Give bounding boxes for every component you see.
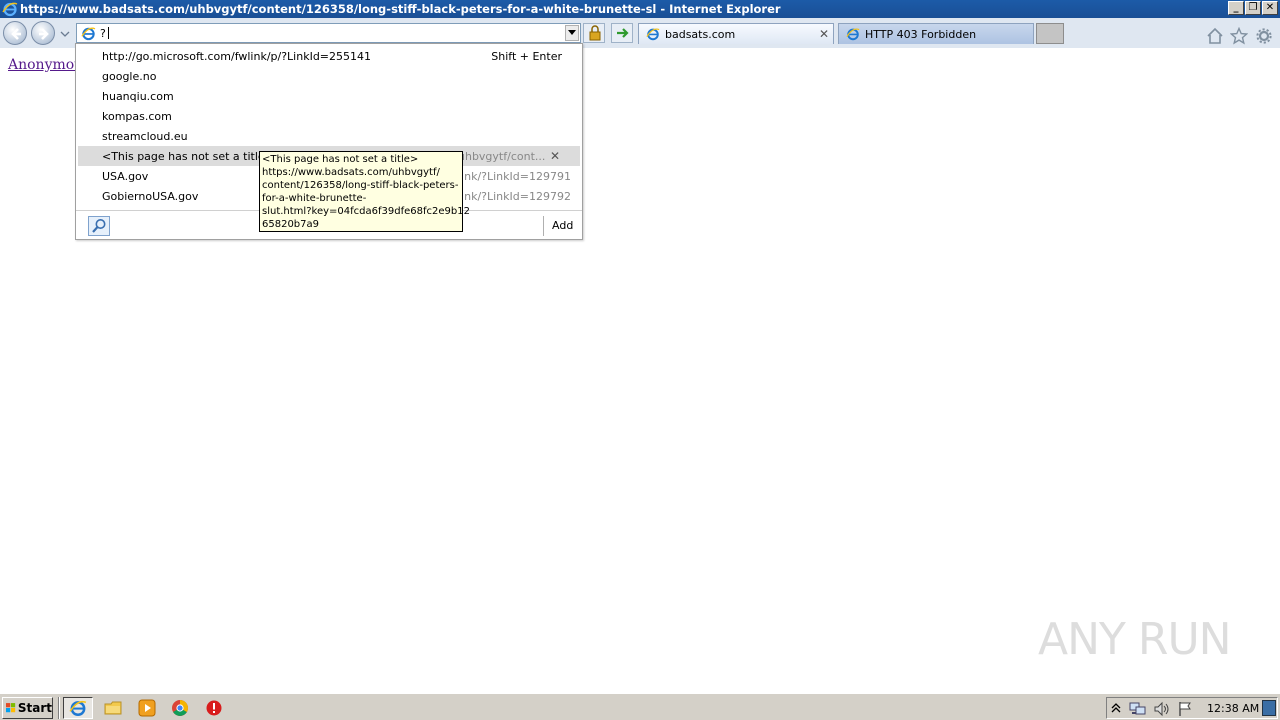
title-bar: https://www.badsats.com/uhbvgytf/content… xyxy=(0,0,1280,18)
autocomplete-item-label: streamcloud.eu xyxy=(102,129,188,143)
window-title: https://www.badsats.com/uhbvgytf/content… xyxy=(20,2,781,16)
restore-button[interactable]: ❐ xyxy=(1245,1,1261,15)
taskbar-ie-button[interactable] xyxy=(63,697,93,719)
action-center-flag-icon[interactable] xyxy=(1177,701,1193,717)
media-player-icon xyxy=(138,699,156,717)
taskbar-stop-button[interactable] xyxy=(199,697,229,719)
volume-icon[interactable] xyxy=(1153,701,1171,717)
start-label: Start xyxy=(17,701,52,715)
new-tab-button[interactable] xyxy=(1036,23,1064,44)
search-icon xyxy=(92,219,106,233)
tooltip-line: for-a-white-brunette- xyxy=(262,193,367,204)
autocomplete-item-label: google.no xyxy=(102,69,157,83)
add-button[interactable]: Add xyxy=(552,219,573,232)
autocomplete-item-label: USA.gov xyxy=(102,169,149,183)
chrome-icon xyxy=(172,700,188,716)
autocomplete-item[interactable]: http://go.microsoft.com/fwlink/p/?LinkId… xyxy=(78,46,580,66)
taskbar: Start 12:38 AM xyxy=(0,693,1280,720)
recent-pages-chevron-icon[interactable] xyxy=(60,29,70,39)
autocomplete-item-label: <This page has not set a title> xyxy=(102,149,274,163)
window-controls: _ ❐ ✕ xyxy=(1228,1,1278,15)
network-icon[interactable] xyxy=(1129,701,1147,717)
go-button[interactable] xyxy=(611,23,633,43)
divider xyxy=(58,697,60,719)
autocomplete-item[interactable]: kompas.com xyxy=(78,106,580,126)
autocomplete-item-label: GobiernoUSA.gov xyxy=(102,189,199,203)
tooltip-line: 65820b7a9 xyxy=(262,219,320,230)
tab-close-icon[interactable]: ✕ xyxy=(819,27,829,41)
ie-page-icon xyxy=(846,28,860,41)
show-desktop-button[interactable] xyxy=(1262,700,1276,716)
tab-label: badsats.com xyxy=(665,27,736,41)
minimize-button[interactable]: _ xyxy=(1228,1,1244,15)
shortcut-hint: Shift + Enter xyxy=(491,49,562,63)
ie-page-icon xyxy=(646,28,660,41)
favorites-star-icon[interactable] xyxy=(1230,27,1248,45)
autocomplete-item-label: kompas.com xyxy=(102,109,172,123)
autocomplete-item-label: http://go.microsoft.com/fwlink/p/?LinkId… xyxy=(102,49,372,63)
warning-stop-icon xyxy=(206,700,222,716)
address-dropdown-button[interactable] xyxy=(565,25,579,41)
autocomplete-item[interactable]: streamcloud.eu xyxy=(78,126,580,146)
address-input[interactable]: ? xyxy=(100,27,109,40)
address-bar[interactable]: ? xyxy=(76,23,581,43)
system-tray: 12:38 AM xyxy=(1106,697,1278,719)
text-caret xyxy=(107,27,109,39)
forward-arrow-icon xyxy=(39,28,49,40)
security-lock-button[interactable] xyxy=(583,23,605,43)
show-hidden-icons-icon[interactable] xyxy=(1111,701,1121,715)
start-button[interactable]: Start xyxy=(2,697,53,719)
tab-label: HTTP 403 Forbidden xyxy=(865,27,977,41)
tooltip-line: <This page has not set a title> xyxy=(262,154,419,165)
chevron-down-icon xyxy=(568,30,576,35)
ie-logo-icon xyxy=(2,2,18,17)
tab-http-403[interactable]: HTTP 403 Forbidden xyxy=(838,23,1034,44)
ie-logo-icon xyxy=(69,700,87,716)
anyrun-watermark: ANY RUN xyxy=(1038,608,1238,670)
remove-entry-icon[interactable]: ✕ xyxy=(550,149,560,163)
taskbar-chrome-button[interactable] xyxy=(165,697,195,719)
divider xyxy=(543,216,544,236)
ie-window: https://www.badsats.com/uhbvgytf/content… xyxy=(0,0,1280,720)
search-button[interactable] xyxy=(88,216,110,236)
autocomplete-item-label: huanqiu.com xyxy=(102,89,174,103)
address-value: ? xyxy=(100,27,106,40)
forward-button[interactable] xyxy=(31,21,55,45)
watermark-text: ANY RUN xyxy=(1038,613,1232,665)
folder-icon xyxy=(104,701,122,715)
close-button[interactable]: ✕ xyxy=(1262,1,1278,15)
go-arrow-icon xyxy=(617,28,629,38)
autocomplete-item-url: uhbvgytf/cont... xyxy=(458,149,546,163)
back-button[interactable] xyxy=(3,21,27,45)
windows-flag-icon xyxy=(6,703,16,713)
home-icon[interactable] xyxy=(1206,27,1224,45)
tab-badsats[interactable]: badsats.com ✕ xyxy=(638,23,834,44)
clock: 12:38 AM xyxy=(1207,702,1260,715)
ie-page-icon xyxy=(81,27,96,41)
tooltip-line: slut.html?key=04fcda6f39dfe68fc2e9b12 xyxy=(262,206,470,217)
taskbar-media-player-button[interactable] xyxy=(132,697,162,719)
autocomplete-item-url: link/?LinkId=129791 xyxy=(458,169,571,183)
autocomplete-item[interactable]: huanqiu.com xyxy=(78,86,580,106)
gear-icon[interactable] xyxy=(1255,27,1273,45)
taskbar-explorer-button[interactable] xyxy=(98,697,128,719)
anonymous-link[interactable]: Anonymou xyxy=(8,57,83,73)
autocomplete-item-url: link/?LinkId=129792 xyxy=(458,189,571,203)
autocomplete-item[interactable]: google.no xyxy=(78,66,580,86)
lock-icon xyxy=(589,25,601,41)
tooltip-line: content/126358/long-stiff-black-peters- xyxy=(262,180,459,191)
url-tooltip: <This page has not set a title> https://… xyxy=(259,151,470,232)
back-arrow-icon xyxy=(11,28,21,40)
tooltip-line: https://www.badsats.com/uhbvgytf/ xyxy=(262,167,440,178)
